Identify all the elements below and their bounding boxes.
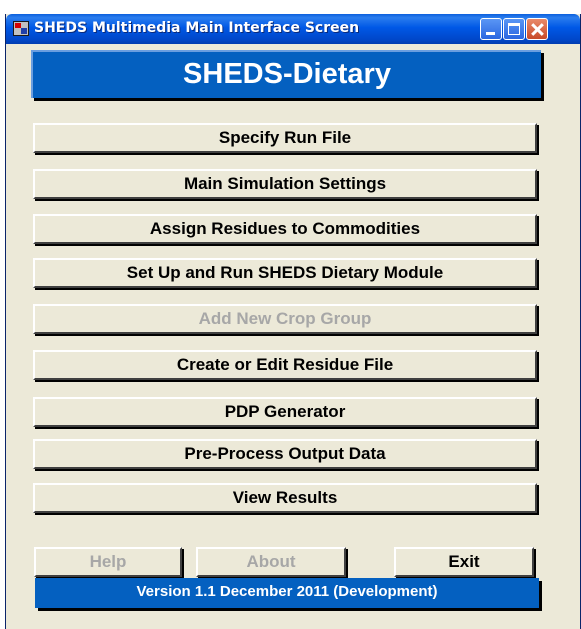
close-button[interactable] — [526, 18, 548, 40]
specify-run-file-button[interactable]: Specify Run File — [33, 123, 537, 153]
preprocess-output-button[interactable]: Pre-Process Output Data — [33, 439, 537, 469]
window-title: SHEDS Multimedia Main Interface Screen — [34, 20, 360, 36]
pdp-generator-button[interactable]: PDP Generator — [33, 397, 537, 427]
view-results-button[interactable]: View Results — [33, 483, 537, 513]
help-button: Help — [34, 547, 182, 577]
exit-button[interactable]: Exit — [394, 547, 534, 577]
main-simulation-settings-button[interactable]: Main Simulation Settings — [33, 169, 537, 199]
run-dietary-module-button[interactable]: Set Up and Run SHEDS Dietary Module — [33, 258, 537, 288]
assign-residues-button[interactable]: Assign Residues to Commodities — [33, 214, 537, 244]
maximize-button[interactable] — [503, 18, 525, 40]
app-banner: SHEDS-Dietary — [31, 50, 541, 98]
version-bar: Version 1.1 December 2011 (Development) — [35, 578, 539, 608]
minimize-button[interactable] — [480, 18, 502, 40]
main-window: SHEDS Multimedia Main Interface Screen S… — [5, 14, 581, 629]
about-button: About — [196, 547, 346, 577]
title-bar[interactable]: SHEDS Multimedia Main Interface Screen — [6, 14, 580, 44]
app-icon[interactable] — [13, 21, 29, 36]
add-crop-group-button: Add New Crop Group — [33, 304, 537, 334]
edit-residue-file-button[interactable]: Create or Edit Residue File — [33, 350, 537, 380]
